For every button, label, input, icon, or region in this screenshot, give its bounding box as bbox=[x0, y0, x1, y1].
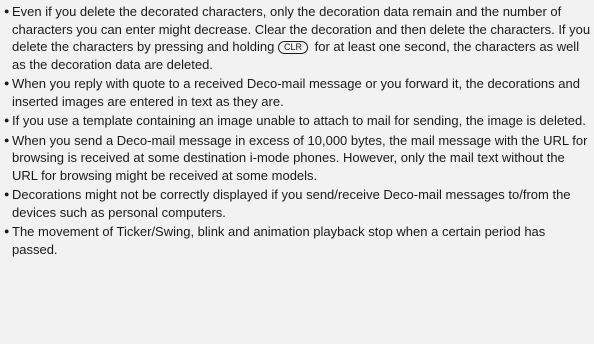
bullet-icon: ● bbox=[4, 226, 10, 236]
note-text: If you use a template containing an imag… bbox=[12, 113, 586, 128]
note-item: ● When you send a Deco-mail message in e… bbox=[4, 132, 592, 185]
bullet-icon: ● bbox=[4, 6, 10, 16]
clr-key-icon: CLR bbox=[277, 41, 308, 54]
note-item: ● When you reply with quote to a receive… bbox=[4, 75, 592, 110]
note-text: When you reply with quote to a received … bbox=[12, 76, 580, 109]
note-text: The movement of Ticker/Swing, blink and … bbox=[12, 224, 546, 257]
notes-list: ● Even if you delete the decorated chara… bbox=[4, 3, 592, 260]
note-item: ● The movement of Ticker/Swing, blink an… bbox=[4, 223, 592, 258]
note-item: ● Decorations might not be correctly dis… bbox=[4, 186, 592, 221]
note-item: ● Even if you delete the decorated chara… bbox=[4, 3, 592, 73]
note-text: Decorations might not be correctly displ… bbox=[12, 187, 571, 220]
note-item: ● If you use a template containing an im… bbox=[4, 112, 592, 130]
bullet-icon: ● bbox=[4, 134, 10, 145]
note-text: When you send a Deco-mail message in exc… bbox=[12, 132, 588, 183]
bullet-icon: ● bbox=[4, 189, 10, 199]
bullet-icon: ● bbox=[4, 78, 10, 88]
bullet-icon: ● bbox=[4, 115, 10, 125]
